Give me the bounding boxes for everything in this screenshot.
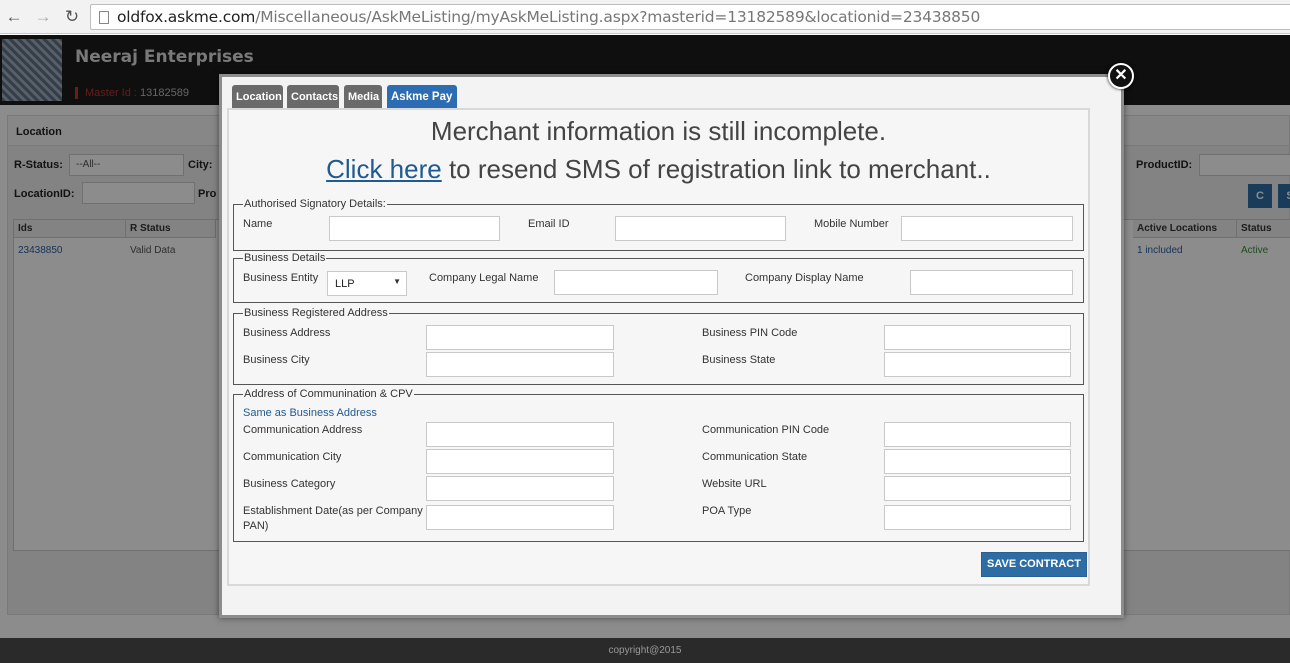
incomplete-notice: Merchant information is still incomplete…	[430, 116, 887, 146]
page-footer: copyright@2015	[0, 638, 1290, 663]
poa-type-input[interactable]	[884, 505, 1071, 530]
resend-notice: Click here to resend SMS of registration…	[326, 154, 991, 184]
business-state-label: Business State	[702, 354, 776, 366]
name-label: Name	[243, 218, 273, 230]
email-label: Email ID	[528, 218, 570, 230]
askme-pay-modal: Location Contacts Media Askme Pay Mercha…	[219, 74, 1124, 618]
display-name-label: Company Display Name	[745, 272, 864, 284]
tab-contacts[interactable]: Contacts	[287, 85, 339, 108]
resend-sms-link[interactable]: Click here	[326, 154, 442, 184]
communication-pin-label: Communication PIN Code	[702, 424, 830, 436]
communication-address-input[interactable]	[426, 422, 614, 447]
business-category-label: Business Category	[243, 478, 336, 490]
askme-pay-panel: Merchant information is still incomplete…	[227, 108, 1090, 586]
communication-pin-input[interactable]	[884, 422, 1071, 447]
url-text: oldfox.askme.com/Miscellaneous/AskMeList…	[117, 8, 981, 26]
business-pin-input[interactable]	[884, 325, 1071, 350]
website-url-input[interactable]	[884, 476, 1071, 501]
communication-state-label: Communication State	[702, 451, 808, 463]
business-legend: Business Details	[244, 252, 326, 264]
same-as-business-link[interactable]: Same as Business Address	[243, 407, 377, 419]
poa-type-label: POA Type	[702, 505, 752, 517]
communication-address-label: Communication Address	[243, 424, 363, 436]
legal-name-label: Company Legal Name	[429, 272, 539, 284]
forward-icon[interactable]: →	[32, 6, 54, 28]
legal-name-input[interactable]	[554, 270, 718, 295]
tab-location[interactable]: Location	[232, 85, 283, 108]
communication-city-input[interactable]	[426, 449, 614, 474]
reload-icon[interactable]: ↻	[61, 6, 83, 28]
mobile-input[interactable]	[901, 216, 1073, 241]
tab-media[interactable]: Media	[344, 85, 382, 108]
registered-address-legend: Business Registered Address	[244, 307, 388, 319]
business-state-input[interactable]	[884, 352, 1071, 377]
address-bar[interactable]: oldfox.askme.com/Miscellaneous/AskMeList…	[90, 4, 1290, 30]
business-category-input[interactable]	[426, 476, 614, 501]
signatory-legend: Authorised Signatory Details:	[244, 198, 386, 210]
browser-toolbar: ← → ↻ oldfox.askme.com/Miscellaneous/Ask…	[0, 0, 1290, 34]
tab-askme-pay[interactable]: Askme Pay	[387, 85, 457, 108]
save-contract-button[interactable]: SAVE CONTRACT	[981, 552, 1087, 577]
business-city-input[interactable]	[426, 352, 614, 377]
name-input[interactable]	[329, 216, 500, 241]
business-pin-label: Business PIN Code	[702, 327, 798, 339]
business-entity-select[interactable]: LLP ▼	[327, 271, 407, 296]
establishment-date-label: Establishment Date(as per Company PAN)	[243, 505, 423, 532]
display-name-input[interactable]	[910, 270, 1073, 295]
close-icon[interactable]: ✕	[1108, 63, 1134, 89]
chevron-down-icon: ▼	[393, 277, 401, 286]
mobile-label: Mobile Number	[814, 218, 889, 230]
back-icon[interactable]: ←	[3, 6, 25, 28]
email-input[interactable]	[615, 216, 786, 241]
communication-city-label: Communication City	[243, 451, 342, 463]
page-icon	[99, 11, 109, 24]
business-city-label: Business City	[243, 354, 310, 366]
website-url-label: Website URL	[702, 478, 767, 490]
establishment-date-input[interactable]	[426, 505, 614, 530]
communication-legend: Address of Communination & CPV	[244, 388, 413, 400]
business-address-input[interactable]	[426, 325, 614, 350]
business-entity-label: Business Entity	[243, 272, 319, 284]
business-address-label: Business Address	[243, 327, 331, 339]
communication-state-input[interactable]	[884, 449, 1071, 474]
